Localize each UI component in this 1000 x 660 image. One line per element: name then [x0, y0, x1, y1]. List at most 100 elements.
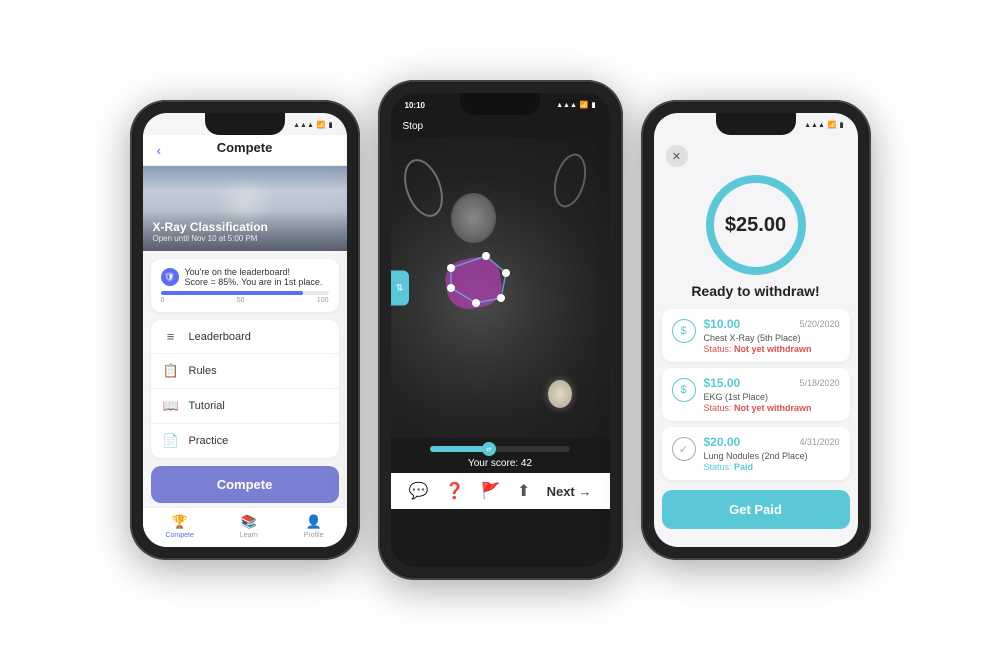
label-100: 100 — [317, 297, 329, 304]
earning-amount-1: $10.00 — [704, 317, 741, 331]
lc-text: You're on the leaderboard! Score = 85%. … — [185, 267, 323, 287]
nav-profile[interactable]: 👤 Profile — [304, 514, 324, 539]
nav-learn-label: Learn — [240, 532, 258, 539]
nav-compete[interactable]: 🏆 Compete — [165, 514, 193, 539]
label-50: 50 — [237, 297, 245, 304]
ct-rib-right — [548, 150, 591, 211]
compete-button[interactable]: Compete — [151, 466, 339, 503]
ready-title: Ready to withdraw! — [654, 283, 858, 299]
earning-top-1: $10.00 5/20/2020 — [704, 317, 840, 331]
comment-icon[interactable]: 💬 — [409, 481, 429, 501]
wifi-icon: 📶 — [317, 121, 326, 129]
earning-amount-2: $15.00 — [704, 376, 741, 390]
earning-top-2: $15.00 5/18/2020 — [704, 376, 840, 390]
menu-label-leaderboard: Leaderboard — [189, 331, 251, 343]
progress-fill — [161, 291, 304, 295]
phone-1: ▲▲▲ 📶 ▮ ‹ Compete X-Ray Classification O… — [130, 100, 360, 560]
earning-date-3: 4/31/2020 — [799, 437, 839, 447]
shield-icon: 🛡 — [161, 268, 179, 286]
earning-details-1: $10.00 5/20/2020 Chest X-Ray (5th Place)… — [704, 317, 840, 354]
earning-status-1: Status: Not yet withdrawn — [704, 344, 840, 354]
status-icons-1: ▲▲▲ 📶 ▮ — [293, 121, 332, 129]
score-fill — [430, 446, 489, 452]
phone-2: 10:10 ▲▲▲ 📶 ▮ Stop — [378, 80, 623, 580]
score-bar: ⇄ Your score: 42 — [391, 438, 610, 473]
nav-profile-label: Profile — [304, 532, 324, 539]
signal-icon: ▲▲▲ — [293, 122, 314, 129]
nav-learn[interactable]: 📚 Learn — [240, 514, 258, 539]
label-0: 0 — [161, 297, 165, 304]
flag-icon[interactable]: 🚩 — [481, 481, 501, 501]
ct-rib-left — [396, 154, 449, 222]
notch-1 — [205, 113, 285, 135]
dollar-icon-2: $ — [672, 378, 696, 402]
tutorial-icon: 📖 — [163, 398, 179, 414]
menu-label-rules: Rules — [189, 365, 217, 377]
nav-compete-label: Compete — [165, 532, 193, 539]
menu-list: ≡ Leaderboard 📋 Rules 📖 Tutorial 📄 Pract… — [151, 320, 339, 458]
wifi-icon-2: 📶 — [580, 101, 589, 109]
earning-details-3: $20.00 4/31/2020 Lung Nodules (2nd Place… — [704, 435, 840, 472]
lc-main-text: You're on the leaderboard! — [185, 267, 323, 277]
share-icon[interactable]: ⬆ — [517, 481, 530, 501]
get-paid-button[interactable]: Get Paid — [662, 490, 850, 529]
progress-labels: 0 50 100 — [161, 297, 329, 304]
battery-icon-3: ▮ — [840, 121, 844, 129]
next-button[interactable]: Next → — [547, 484, 592, 499]
scan-scroll-handle[interactable]: ⇅ — [391, 271, 409, 306]
xray-title: X-Ray Classification — [153, 220, 268, 234]
xray-subtitle: Open until Nov 10 at 5:00 PM — [153, 234, 268, 243]
rules-icon: 📋 — [163, 363, 179, 379]
earning-item-3: ✓ $20.00 4/31/2020 Lung Nodules (2nd Pla… — [662, 427, 850, 480]
earning-desc-1: Chest X-Ray (5th Place) — [704, 333, 840, 343]
leaderboard-card: 🛡 You're on the leaderboard! Score = 85%… — [151, 259, 339, 312]
circle-amount: $25.00 — [654, 175, 858, 275]
close-button[interactable]: ✕ — [666, 145, 688, 167]
earning-status-2: Status: Not yet withdrawn — [704, 403, 840, 413]
wifi-icon-3: 📶 — [828, 121, 837, 129]
score-label: Your score: 42 — [391, 458, 610, 469]
menu-item-rules[interactable]: 📋 Rules — [151, 354, 339, 389]
signal-icon-2: ▲▲▲ — [556, 102, 577, 109]
status-icons-2: ▲▲▲ 📶 ▮ — [556, 101, 595, 109]
check-icon-3: ✓ — [672, 437, 696, 461]
earning-desc-2: EKG (1st Place) — [704, 392, 840, 402]
status-icons-3: ▲▲▲ 📶 ▮ — [804, 121, 843, 129]
ct-body — [391, 138, 610, 438]
lc-row: 🛡 You're on the leaderboard! Score = 85%… — [161, 267, 329, 287]
ct-annotation-svg — [431, 238, 521, 318]
ct-spine — [548, 380, 572, 408]
practice-icon: 📄 — [163, 433, 179, 449]
earnings-list: $ $10.00 5/20/2020 Chest X-Ray (5th Plac… — [662, 309, 850, 480]
earning-details-2: $15.00 5/18/2020 EKG (1st Place) Status:… — [704, 376, 840, 413]
earning-date-1: 5/20/2020 — [799, 319, 839, 329]
phone1-screen: ▲▲▲ 📶 ▮ ‹ Compete X-Ray Classification O… — [143, 113, 347, 547]
score-track: ⇄ — [430, 446, 570, 452]
circle-ring: $25.00 — [706, 175, 806, 275]
nav-compete-icon: 🏆 — [172, 514, 188, 530]
progress-bar — [161, 291, 329, 295]
menu-label-practice: Practice — [189, 435, 229, 447]
back-button[interactable]: ‹ — [157, 142, 162, 158]
earning-status-3: Status: Paid — [704, 462, 840, 472]
xray-overlay: X-Ray Classification Open until Nov 10 a… — [153, 220, 268, 243]
menu-label-tutorial: Tutorial — [189, 400, 225, 412]
phone3-screen: ▲▲▲ 📶 ▮ ✕ $25.00 Ready to withdraw! — [654, 113, 858, 547]
help-icon[interactable]: ❓ — [445, 481, 465, 501]
menu-item-tutorial[interactable]: 📖 Tutorial — [151, 389, 339, 424]
earning-date-2: 5/18/2020 — [799, 378, 839, 388]
stop-button[interactable]: Stop — [391, 115, 610, 138]
menu-item-practice[interactable]: 📄 Practice — [151, 424, 339, 458]
nav-profile-icon: 👤 — [305, 514, 321, 530]
phones-container: ▲▲▲ 📶 ▮ ‹ Compete X-Ray Classification O… — [110, 60, 891, 600]
ct-background — [391, 138, 610, 438]
earning-item-1: $ $10.00 5/20/2020 Chest X-Ray (5th Plac… — [662, 309, 850, 362]
amount-text: $25.00 — [725, 214, 786, 237]
action-bar: 💬 ❓ 🚩 ⬆ Next → — [391, 473, 610, 509]
nav-learn-icon: 📚 — [241, 514, 257, 530]
phone-3: ▲▲▲ 📶 ▮ ✕ $25.00 Ready to withdraw! — [641, 100, 871, 560]
ct-scan-image: ⇅ — [391, 138, 610, 438]
score-thumb: ⇄ — [482, 442, 496, 456]
phone2-screen: 10:10 ▲▲▲ 📶 ▮ Stop — [391, 93, 610, 567]
menu-item-leaderboard[interactable]: ≡ Leaderboard — [151, 320, 339, 354]
